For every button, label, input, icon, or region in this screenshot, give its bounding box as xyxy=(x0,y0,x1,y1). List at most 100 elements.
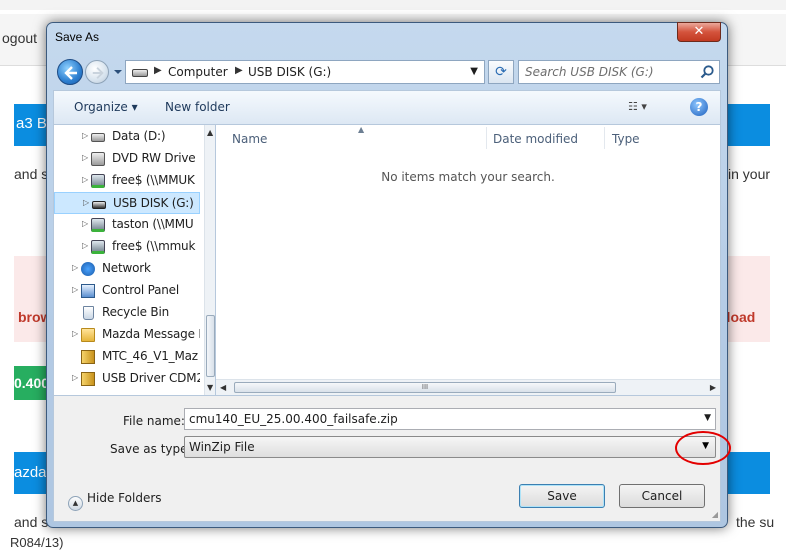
recent-locations-icon[interactable] xyxy=(113,67,123,77)
chevron-down-icon[interactable]: ▼ xyxy=(470,66,478,77)
archive-icon xyxy=(81,350,95,364)
hide-folders-button[interactable]: ▲ Hide Folders xyxy=(68,491,162,511)
nav-tree-item-label: USB DISK (G:) xyxy=(113,196,194,210)
search-input[interactable]: Search USB DISK (G:) xyxy=(518,60,720,84)
search-placeholder: Search USB DISK (G:) xyxy=(525,65,654,79)
logout-link[interactable]: ogout xyxy=(2,30,37,46)
nav-tree-item[interactable]: ▷ DVD RW Drive ( xyxy=(54,148,200,170)
folder-icon xyxy=(81,328,95,342)
column-divider[interactable] xyxy=(486,127,487,149)
file-name-field[interactable]: cmu140_EU_25.00.400_failsafe.zip ▼ xyxy=(184,408,716,430)
nav-tree-item[interactable]: ▷ Mazda Message I xyxy=(54,324,200,346)
expand-arrow-icon[interactable]: ▷ xyxy=(82,219,88,228)
nav-tree-item[interactable]: ▷ Network xyxy=(54,258,200,280)
file-list: ▲ Name Date modified Type No items match… xyxy=(215,124,721,396)
archive-icon xyxy=(81,372,95,386)
nav-tree-item[interactable]: ▷ Data (D:) xyxy=(54,126,200,148)
nav-scrollbar[interactable]: ▲ ▼ xyxy=(204,125,215,395)
page-text-right-2: the su xyxy=(736,514,775,530)
scrollbar-thumb[interactable] xyxy=(206,315,215,377)
breadcrumb-usb-disk[interactable]: USB DISK (G:) xyxy=(248,65,331,79)
nav-tree-item-label: Data (D:) xyxy=(112,129,166,143)
close-button[interactable]: ✕ xyxy=(677,22,721,42)
expand-arrow-icon[interactable]: ▷ xyxy=(83,198,89,207)
nav-tree-item-label: free$ (\\mmuk xyxy=(112,239,196,253)
expand-arrow-icon[interactable]: ▷ xyxy=(72,285,78,294)
scrollbar-thumb[interactable]: III xyxy=(234,382,616,393)
nav-tree-item-label: free$ (\\MMUK xyxy=(112,173,195,187)
nav-tree-item-label: Control Panel xyxy=(102,283,179,297)
save-as-dialog: Save As ✕ ▶ Computer ▶ USB DISK (G:) ▼ ⟳… xyxy=(46,22,728,528)
control-panel-icon xyxy=(81,284,95,298)
breadcrumb-separator[interactable]: ▶ xyxy=(235,65,243,76)
expand-arrow-icon[interactable]: ▷ xyxy=(82,241,88,250)
horizontal-scrollbar[interactable]: ◀ III ▶ xyxy=(216,379,720,395)
network-drive-icon xyxy=(91,240,105,254)
file-name-value[interactable]: cmu140_EU_25.00.400_failsafe.zip xyxy=(189,412,398,426)
page-footer-text: R084/13) xyxy=(10,535,64,550)
nav-tree-item-label: taston (\\MMU xyxy=(112,217,194,231)
usb-drive-icon xyxy=(92,201,106,209)
nav-tree-item[interactable]: MTC_46_V1_Maz xyxy=(54,346,200,368)
expand-arrow-icon[interactable]: ▷ xyxy=(72,373,78,382)
annotation-circle xyxy=(675,431,731,465)
expand-arrow-icon[interactable]: ▷ xyxy=(82,175,88,184)
nav-tree-item[interactable]: ▷ USB DISK (G:) xyxy=(54,192,200,214)
nav-tree-item-label: DVD RW Drive ( xyxy=(112,151,200,165)
cancel-button[interactable]: Cancel xyxy=(619,484,705,508)
change-view-button[interactable]: ☷ ▾ xyxy=(628,100,647,113)
refresh-icon: ⟳ xyxy=(495,64,507,80)
column-header-date-modified[interactable]: Date modified xyxy=(493,132,578,146)
expand-arrow-icon[interactable]: ▷ xyxy=(72,329,78,338)
nav-tree-item[interactable]: Recycle Bin xyxy=(54,302,200,324)
resize-grip-icon[interactable]: ◢ xyxy=(712,510,718,519)
column-header-name[interactable]: Name xyxy=(232,132,267,146)
save-button[interactable]: Save xyxy=(519,484,605,508)
page-text-left: and s xyxy=(14,166,49,182)
network-icon xyxy=(81,262,95,276)
expand-arrow-icon[interactable]: ▷ xyxy=(82,131,88,140)
page-alert-box-right xyxy=(726,256,770,342)
scroll-left-icon[interactable]: ◀ xyxy=(220,383,226,392)
new-folder-button[interactable]: New folder xyxy=(165,100,230,114)
page-heading-bar-right xyxy=(728,104,770,146)
network-drive-icon xyxy=(91,218,105,232)
column-header-type[interactable]: Type xyxy=(612,132,640,146)
chevron-down-icon[interactable]: ▼ xyxy=(704,413,711,423)
forward-button[interactable] xyxy=(85,60,109,84)
navigation-pane: ▷ Data (D:) ▷ DVD RW Drive (▷ free$ (\\MMUK ▷… xyxy=(53,124,215,396)
organize-button[interactable]: Organize ▾ xyxy=(74,100,138,114)
nav-tree-item[interactable]: ▷ free$ (\\mmuk xyxy=(54,236,200,258)
command-bar: Organize ▾ New folder ☷ ▾ ? xyxy=(53,90,721,124)
scroll-down-icon[interactable]: ▼ xyxy=(207,383,213,392)
expand-arrow-icon[interactable]: ▷ xyxy=(72,263,78,272)
expand-arrow-icon[interactable]: ▷ xyxy=(82,153,88,162)
nav-tree-item[interactable]: ▷ free$ (\\MMUK xyxy=(54,170,200,192)
search-icon[interactable] xyxy=(699,64,715,80)
page-text-right: in your xyxy=(728,166,771,182)
address-bar[interactable]: ▶ Computer ▶ USB DISK (G:) ▼ xyxy=(125,60,485,84)
nav-tree-item-label: Recycle Bin xyxy=(102,305,169,319)
hide-folders-label: Hide Folders xyxy=(87,491,162,505)
nav-tree-item-label: Network xyxy=(102,261,151,275)
help-icon[interactable]: ? xyxy=(690,98,708,116)
drive-icon xyxy=(132,69,148,77)
recycle-bin-icon xyxy=(83,306,94,320)
refresh-button[interactable]: ⟳ xyxy=(488,60,514,84)
scroll-right-icon[interactable]: ▶ xyxy=(710,383,716,392)
breadcrumb-separator[interactable]: ▶ xyxy=(154,65,162,76)
save-as-type-select[interactable]: WinZip File ▼ xyxy=(184,436,716,458)
nav-tree-item[interactable]: ▷ Control Panel xyxy=(54,280,200,302)
nav-tree-item[interactable]: ▷ taston (\\MMU xyxy=(54,214,200,236)
dvd-drive-icon xyxy=(91,152,105,166)
breadcrumb-computer[interactable]: Computer xyxy=(168,65,228,79)
back-button[interactable] xyxy=(57,59,83,85)
dialog-title: Save As xyxy=(55,30,100,44)
nav-tree-item-label: MTC_46_V1_Maz xyxy=(102,349,198,363)
nav-tree-item[interactable]: ▷ USB Driver CDM2 xyxy=(54,368,200,390)
save-as-type-value: WinZip File xyxy=(189,440,255,454)
nav-tree-item-label: USB Driver CDM2 xyxy=(102,371,200,385)
scroll-up-icon[interactable]: ▲ xyxy=(207,128,213,137)
sort-caret-icon: ▲ xyxy=(358,125,365,134)
column-divider[interactable] xyxy=(604,127,605,149)
